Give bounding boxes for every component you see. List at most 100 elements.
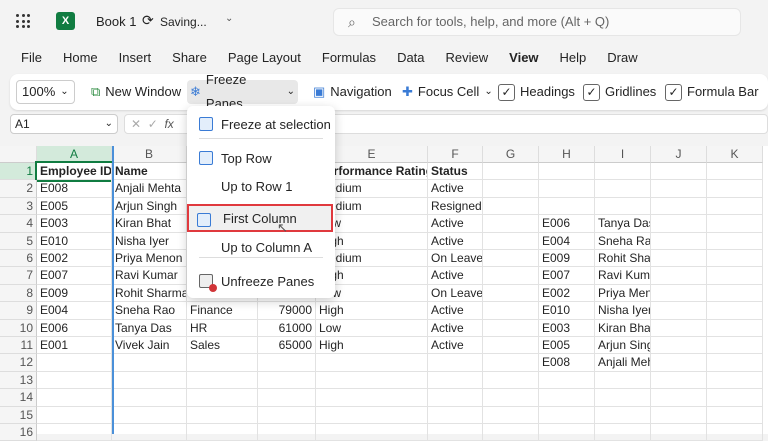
cell-H10[interactable]: E003 — [539, 320, 595, 337]
cell-E12[interactable] — [316, 354, 428, 371]
cell-K3[interactable] — [707, 198, 763, 215]
cell-I3[interactable] — [595, 198, 651, 215]
formula-bar-checkbox[interactable]: ✓Formula Bar — [662, 80, 762, 104]
cell-A6[interactable]: E002 — [37, 250, 112, 267]
cell-H3[interactable] — [539, 198, 595, 215]
cell-F13[interactable] — [428, 372, 483, 389]
cell-B8[interactable]: Rohit Sharma — [112, 285, 187, 302]
cell-B9[interactable]: Sneha Rao — [112, 302, 187, 319]
cell-F5[interactable]: Active — [428, 233, 483, 250]
headings-checkbox[interactable]: ✓Headings — [495, 80, 578, 104]
cell-F3[interactable]: Resigned — [428, 198, 483, 215]
cell-J14[interactable] — [651, 389, 707, 406]
cell-J3[interactable] — [651, 198, 707, 215]
cell-A15[interactable] — [37, 407, 112, 424]
cell-I15[interactable] — [595, 407, 651, 424]
cell-C14[interactable] — [187, 389, 258, 406]
cell-H1[interactable] — [539, 163, 595, 180]
cell-K14[interactable] — [707, 389, 763, 406]
cell-C12[interactable] — [187, 354, 258, 371]
cell-C15[interactable] — [187, 407, 258, 424]
cell-C10[interactable]: HR — [187, 320, 258, 337]
cell-E10[interactable]: Low — [316, 320, 428, 337]
cell-H5[interactable]: E004 — [539, 233, 595, 250]
column-header-G[interactable]: G — [483, 146, 539, 163]
cell-G15[interactable] — [483, 407, 539, 424]
cell-F6[interactable]: On Leave — [428, 250, 483, 267]
column-header-K[interactable]: K — [707, 146, 763, 163]
cell-H4[interactable]: E006 — [539, 215, 595, 232]
column-header-B[interactable]: B — [112, 146, 187, 163]
app-launcher-icon[interactable] — [16, 14, 30, 28]
cell-J1[interactable] — [651, 163, 707, 180]
cell-K16[interactable] — [707, 424, 763, 441]
cell-K4[interactable] — [707, 215, 763, 232]
cell-H14[interactable] — [539, 389, 595, 406]
cell-A11[interactable]: E001 — [37, 337, 112, 354]
new-window-button[interactable]: ⧉New Window — [88, 80, 184, 104]
cell-G14[interactable] — [483, 389, 539, 406]
cell-J2[interactable] — [651, 180, 707, 197]
navigation-button[interactable]: ▣Navigation — [310, 80, 395, 104]
row-header[interactable]: 8 — [0, 285, 37, 302]
cell-I6[interactable]: Rohit Sharma — [595, 250, 651, 267]
cell-K8[interactable] — [707, 285, 763, 302]
cell-J9[interactable] — [651, 302, 707, 319]
cell-A9[interactable]: E004 — [37, 302, 112, 319]
search-input[interactable]: ⌕ Search for tools, help, and more (Alt … — [333, 8, 741, 36]
focus-cell-button[interactable]: ✚Focus Cell⌄ — [399, 80, 496, 104]
cell-K11[interactable] — [707, 337, 763, 354]
tab-draw[interactable]: Draw — [607, 50, 637, 65]
tab-share[interactable]: Share — [172, 50, 207, 65]
cell-G6[interactable] — [483, 250, 539, 267]
row-header[interactable]: 15 — [0, 407, 37, 424]
row-header[interactable]: 10 — [0, 320, 37, 337]
cell-K1[interactable] — [707, 163, 763, 180]
cell-K12[interactable] — [707, 354, 763, 371]
cancel-icon[interactable]: ✕ — [131, 117, 141, 131]
column-header-I[interactable]: I — [595, 146, 651, 163]
cell-G3[interactable] — [483, 198, 539, 215]
cell-B2[interactable]: Anjali Mehta — [112, 180, 187, 197]
cell-G5[interactable] — [483, 233, 539, 250]
cell-F7[interactable]: Active — [428, 267, 483, 284]
cell-F15[interactable] — [428, 407, 483, 424]
row-header[interactable]: 1 — [0, 163, 37, 180]
row-header[interactable]: 14 — [0, 389, 37, 406]
cell-B13[interactable] — [112, 372, 187, 389]
cell-H7[interactable]: E007 — [539, 267, 595, 284]
cell-G11[interactable] — [483, 337, 539, 354]
cell-I7[interactable]: Ravi Kumar — [595, 267, 651, 284]
enter-icon[interactable]: ✓ — [148, 117, 158, 131]
cell-I16[interactable] — [595, 424, 651, 441]
cell-I2[interactable] — [595, 180, 651, 197]
cell-B11[interactable]: Vivek Jain — [112, 337, 187, 354]
tab-view[interactable]: View — [509, 50, 538, 65]
cell-A14[interactable] — [37, 389, 112, 406]
cell-D10[interactable]: 61000 — [258, 320, 316, 337]
cell-H13[interactable] — [539, 372, 595, 389]
cell-J5[interactable] — [651, 233, 707, 250]
row-header[interactable]: 6 — [0, 250, 37, 267]
column-header-J[interactable]: J — [651, 146, 707, 163]
cell-I12[interactable]: Anjali Mehta — [595, 354, 651, 371]
cell-A12[interactable] — [37, 354, 112, 371]
tab-help[interactable]: Help — [560, 50, 587, 65]
row-header[interactable]: 16 — [0, 424, 37, 441]
cell-F1[interactable]: Status — [428, 163, 483, 180]
cell-E11[interactable]: High — [316, 337, 428, 354]
cell-A16[interactable] — [37, 424, 112, 441]
row-header[interactable]: 9 — [0, 302, 37, 319]
cell-I13[interactable] — [595, 372, 651, 389]
cell-E14[interactable] — [316, 389, 428, 406]
cell-J15[interactable] — [651, 407, 707, 424]
cell-B14[interactable] — [112, 389, 187, 406]
cell-E9[interactable]: High — [316, 302, 428, 319]
cell-B12[interactable] — [112, 354, 187, 371]
cell-F16[interactable] — [428, 424, 483, 441]
cell-A3[interactable]: E005 — [37, 198, 112, 215]
cell-D15[interactable] — [258, 407, 316, 424]
cell-J8[interactable] — [651, 285, 707, 302]
freeze-panes-button[interactable]: ❄Freeze Panes⌄ — [187, 80, 298, 104]
cell-I4[interactable]: Tanya Das — [595, 215, 651, 232]
